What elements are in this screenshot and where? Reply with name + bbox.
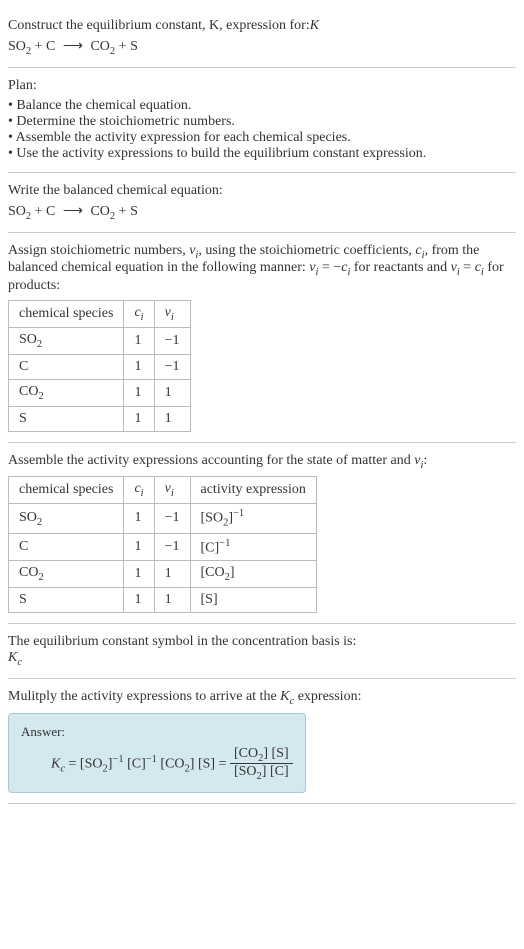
symbol-text: The equilibrium constant symbol in the c… [8, 634, 516, 650]
table-row: SO2 1 −1 [9, 327, 191, 354]
plan-heading: Plan: [8, 78, 516, 94]
table-header-row: chemical species ci νi activity expressi… [9, 477, 317, 504]
col-activity: activity expression [190, 477, 316, 504]
plan-list: • Balance the chemical equation. • Deter… [8, 98, 516, 162]
table-row: CO2 1 1 [CO2] [9, 561, 317, 588]
plan-item: • Determine the stoichiometric numbers. [8, 114, 516, 130]
table-row: CO2 1 1 [9, 379, 191, 406]
multiply-section: Mulitply the activity expressions to arr… [8, 679, 516, 804]
col-species: chemical species [9, 301, 124, 328]
table-row: S 1 1 [S] [9, 588, 317, 613]
answer-label: Answer: [21, 724, 293, 740]
table-row: S 1 1 [9, 406, 191, 431]
col-species: chemical species [9, 477, 124, 504]
stoich-text: Assign stoichiometric numbers, νi, using… [8, 243, 516, 295]
table-row: C 1 −1 [C]−1 [9, 533, 317, 561]
symbol-section: The equilibrium constant symbol in the c… [8, 624, 516, 679]
table-row: C 1 −1 [9, 354, 191, 379]
balanced-equation: SO2 + C ⟶ CO2 + S [8, 203, 516, 222]
plan-item: • Assemble the activity expression for e… [8, 130, 516, 146]
activity-table: chemical species ci νi activity expressi… [8, 476, 317, 613]
col-c: ci [124, 301, 154, 328]
arrow-icon: ⟶ [63, 203, 83, 220]
plan-item: • Use the activity expressions to build … [8, 146, 516, 162]
answer-formula: Kc = [SO2]−1 [C]−1 [CO2] [S] = [CO2] [S]… [21, 746, 293, 783]
activity-heading: Assemble the activity expressions accoun… [8, 453, 516, 471]
title-text: Construct the equilibrium constant, K, e… [8, 18, 516, 34]
col-nu: νi [154, 301, 190, 328]
arrow-icon: ⟶ [63, 38, 83, 55]
answer-box: Answer: Kc = [SO2]−1 [C]−1 [CO2] [S] = [… [8, 713, 306, 794]
title-line1: Construct the equilibrium constant, K, e… [8, 18, 310, 33]
balanced-section: Write the balanced chemical equation: SO… [8, 173, 516, 233]
stoich-table: chemical species ci νi SO2 1 −1 C 1 −1 C… [8, 300, 191, 431]
fraction: [CO2] [S][SO2] [C] [230, 746, 293, 783]
table-row: SO2 1 −1 [SO2]−1 [9, 504, 317, 533]
balanced-heading: Write the balanced chemical equation: [8, 183, 516, 199]
title-section: Construct the equilibrium constant, K, e… [8, 8, 516, 68]
plan-section: Plan: • Balance the chemical equation. •… [8, 68, 516, 173]
col-nu: νi [154, 477, 190, 504]
table-header-row: chemical species ci νi [9, 301, 191, 328]
stoich-section: Assign stoichiometric numbers, νi, using… [8, 233, 516, 443]
col-c: ci [124, 477, 154, 504]
plan-item: • Balance the chemical equation. [8, 98, 516, 114]
multiply-text: Mulitply the activity expressions to arr… [8, 689, 516, 707]
symbol-kc: Kc [8, 650, 516, 668]
title-equation: SO2 + C ⟶ CO2 + S [8, 38, 516, 57]
activity-section: Assemble the activity expressions accoun… [8, 443, 516, 625]
